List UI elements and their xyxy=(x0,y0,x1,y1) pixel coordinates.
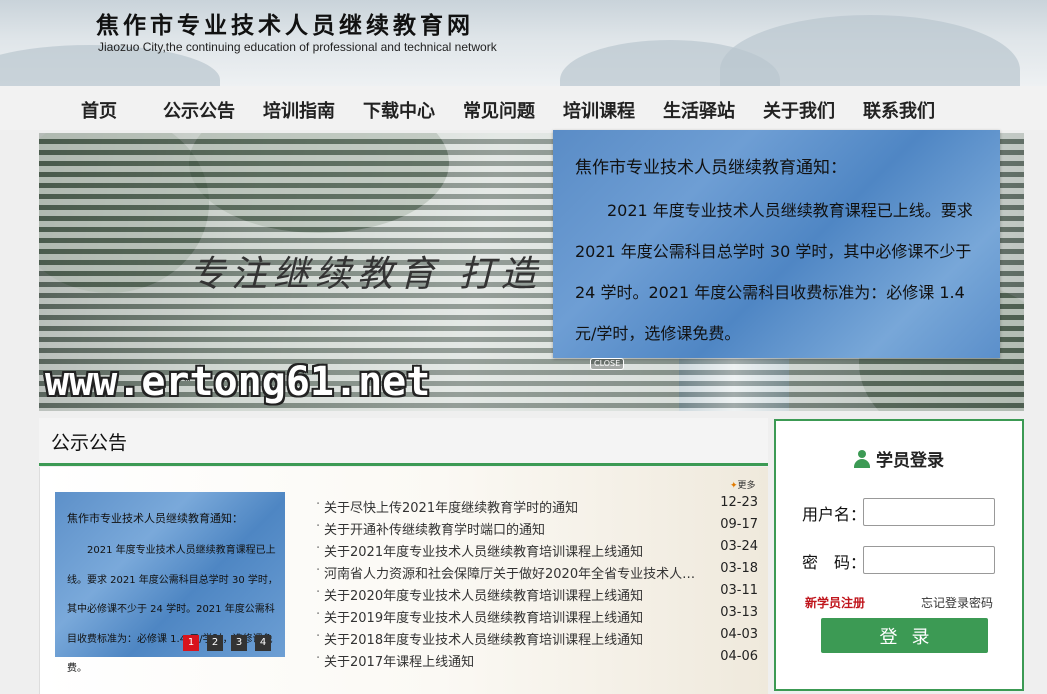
list-item-title: 河南省人力资源和社会保障厅关于做好2020年全省专业技术人员继续教育工作的通知 xyxy=(324,567,708,582)
slider-dot-1[interactable]: 1 xyxy=(183,635,199,651)
nav-item-downloads[interactable]: 下载中心 xyxy=(363,97,435,123)
list-item-title: 关于2017年课程上线通知 xyxy=(324,655,475,670)
bullet-icon: · xyxy=(316,651,321,666)
site-subtitle: Jiaozuo City,the continuing education of… xyxy=(98,40,497,54)
list-item[interactable]: · 关于开通补传继续教育学时端口的通知 09-17 xyxy=(316,517,758,539)
more-label: 更多 xyxy=(737,481,756,491)
list-item-date: 04-03 xyxy=(720,627,758,642)
list-item-date: 03-11 xyxy=(720,583,758,598)
nav-item-home[interactable]: 首页 xyxy=(81,97,117,123)
site-title: 焦作市专业技术人员继续教育网 xyxy=(96,12,474,39)
list-item-title: 关于2021年度专业技术人员继续教育培训课程上线通知 xyxy=(324,545,644,560)
list-item-date: 03-13 xyxy=(720,605,758,620)
slider-body: 2021 年度专业技术人员继续教育课程已上线。要求 2021 年度公需科目总学时… xyxy=(67,545,278,674)
nav-item-contact[interactable]: 联系我们 xyxy=(863,97,935,123)
nav-item-courses[interactable]: 培训课程 xyxy=(563,97,635,123)
list-item-date: 03-24 xyxy=(720,539,758,554)
slider-title: 焦作市专业技术人员继续教育通知： xyxy=(67,512,243,525)
bullet-icon: · xyxy=(316,607,321,622)
announcement-slider[interactable]: 焦作市专业技术人员继续教育通知： 2021 年度专业技术人员继续教育课程已上线。… xyxy=(55,492,285,674)
announcements-panel: ✦更多 焦作市专业技术人员继续教育通知： 2021 年度专业技术人员继续教育课程… xyxy=(39,467,768,694)
list-item[interactable]: · 关于尽快上传2021年度继续教育学时的通知 12-23 xyxy=(316,495,758,517)
forgot-password-link[interactable]: 忘记登录密码 xyxy=(921,594,993,611)
notice-popup-title: 焦作市专业技术人员继续教育通知： xyxy=(575,158,847,178)
list-item[interactable]: · 关于2017年课程上线通知 04-06 xyxy=(316,649,758,671)
more-link[interactable]: ✦更多 xyxy=(730,478,756,491)
list-item-title: 关于尽快上传2021年度继续教育学时的通知 xyxy=(324,501,579,516)
banner-url-watermark: www.ertong61.net xyxy=(45,359,431,405)
list-item-title: 关于开通补传继续教育学时端口的通知 xyxy=(324,523,546,538)
login-button[interactable]: 登录 xyxy=(821,618,988,653)
login-title-text: 学员登录 xyxy=(876,451,944,471)
user-icon xyxy=(854,450,870,468)
nav-item-training-guide[interactable]: 培训指南 xyxy=(263,97,335,123)
header-mountain xyxy=(720,15,1020,86)
list-item-title: 关于2020年度专业技术人员继续教育培训课程上线通知 xyxy=(324,589,644,604)
list-item-date: 12-23 xyxy=(720,495,758,510)
bullet-icon: · xyxy=(316,629,321,644)
register-link[interactable]: 新学员注册 xyxy=(805,594,865,611)
login-panel: 学员登录 用户名： 密 码： 新学员注册 忘记登录密码 登录 xyxy=(774,419,1024,691)
list-item-title: 关于2019年度专业技术人员继续教育培训课程上线通知 xyxy=(324,611,644,626)
popup-close-button[interactable]: CLOSE xyxy=(590,358,625,370)
list-item[interactable]: ·河南省人力资源和社会保障厅关于做好2020年全省专业技术人员继续教育工作的通知… xyxy=(316,561,758,583)
bullet-icon: · xyxy=(316,585,321,600)
nav-item-faq[interactable]: 常见问题 xyxy=(463,97,535,123)
login-title: 学员登录 xyxy=(776,446,1022,471)
nav-item-life[interactable]: 生活驿站 xyxy=(663,97,735,123)
password-label: 密 码： xyxy=(802,553,867,572)
list-item[interactable]: · 关于2018年度专业技术人员继续教育培训课程上线通知 04-03 xyxy=(316,627,758,649)
bullet-icon: · xyxy=(316,519,321,534)
list-item-date: 04-06 xyxy=(720,649,758,664)
announcement-list: · 关于尽快上传2021年度继续教育学时的通知 12-23 · 关于开通补传继续教育学… xyxy=(316,495,758,671)
notice-popup: 焦作市专业技术人员继续教育通知： 2021 年度专业技术人员继续教育课程已上线。… xyxy=(553,130,1000,358)
bullet-icon: · xyxy=(316,541,321,556)
more-star-icon: ✦ xyxy=(730,481,738,491)
slider-dot-3[interactable]: 3 xyxy=(231,635,247,651)
bullet-icon: · xyxy=(316,497,321,512)
announcements-header: 公示公告 xyxy=(39,418,768,466)
nav-item-announcements[interactable]: 公示公告 xyxy=(163,97,235,123)
username-label: 用户名： xyxy=(802,505,867,524)
slider-dots: 1 2 3 4 xyxy=(183,635,271,651)
site-header: 焦作市专业技术人员继续教育网 Jiaozuo City,the continui… xyxy=(0,0,1047,86)
list-item-date: 09-17 xyxy=(720,517,758,532)
list-item-date: 03-18 xyxy=(720,561,758,576)
slider-dot-4[interactable]: 4 xyxy=(255,635,271,651)
main-nav: 首页 公示公告 培训指南 下载中心 常见问题 培训课程 生活驿站 关于我们 联系… xyxy=(0,86,1047,130)
list-item-title: 关于2018年度专业技术人员继续教育培训课程上线通知 xyxy=(324,633,644,648)
list-item[interactable]: · 关于2020年度专业技术人员继续教育培训课程上线通知 03-11 xyxy=(316,583,758,605)
list-item[interactable]: · 关于2019年度专业技术人员继续教育培训课程上线通知 03-13 xyxy=(316,605,758,627)
announcements-title: 公示公告 xyxy=(51,432,128,454)
nav-item-about[interactable]: 关于我们 xyxy=(763,97,835,123)
bullet-icon: · xyxy=(316,563,321,578)
notice-popup-body: 2021 年度专业技术人员继续教育课程已上线。要求 2021 年度公需科目总学时… xyxy=(575,201,973,343)
username-input[interactable] xyxy=(863,498,995,526)
list-item[interactable]: · 关于2021年度专业技术人员继续教育培训课程上线通知 03-24 xyxy=(316,539,758,561)
password-input[interactable] xyxy=(863,546,995,574)
banner-calligraphy: 专注继续教育 打造 xyxy=(189,254,543,295)
slider-dot-2[interactable]: 2 xyxy=(207,635,223,651)
